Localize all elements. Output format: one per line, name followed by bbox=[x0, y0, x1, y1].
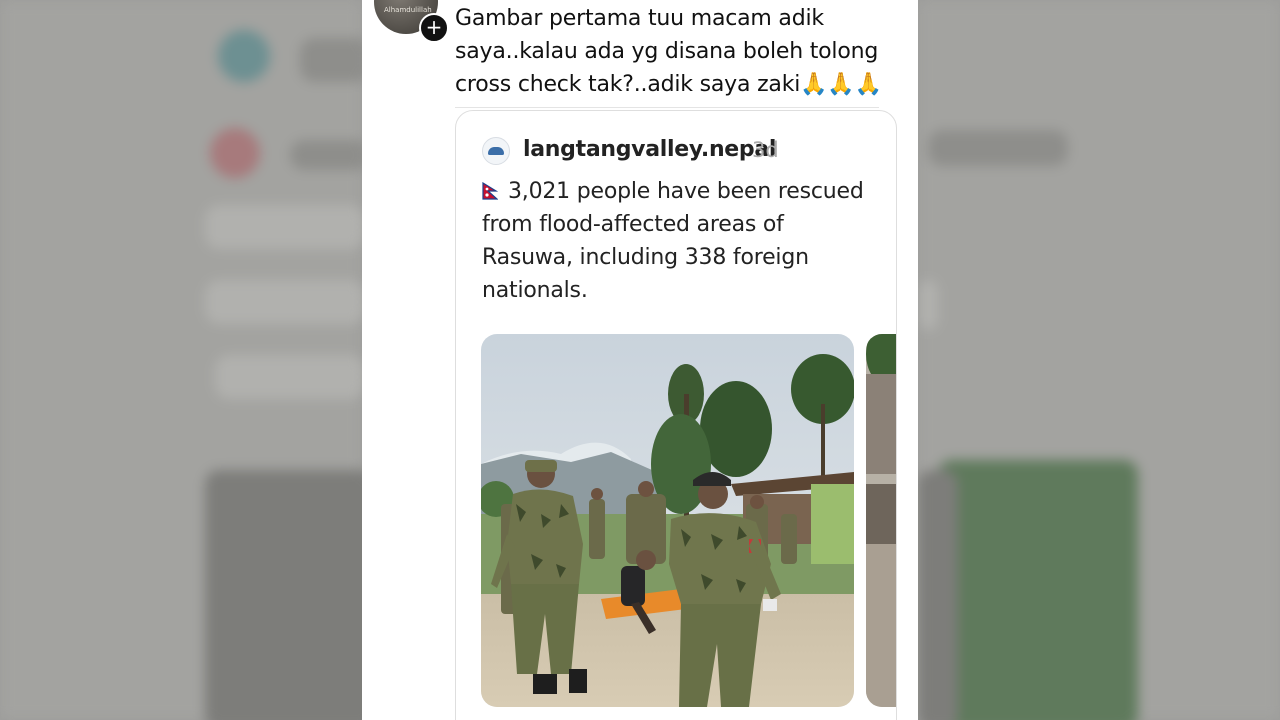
avatar-caption: Alhamdulillah bbox=[384, 6, 432, 14]
second-photo[interactable] bbox=[866, 334, 896, 707]
pray-emoji: 🙏🙏🙏 bbox=[800, 72, 882, 97]
post-screenshot: Alhamdulillah + Gambar pertama tuu macam… bbox=[362, 0, 918, 720]
blurred-background-right bbox=[918, 0, 1280, 720]
quoted-author-avatar[interactable] bbox=[482, 137, 510, 165]
video-frame: Alhamdulillah + Gambar pertama tuu macam… bbox=[0, 0, 1280, 720]
quoted-text-line: Rasuwa, including 338 foreign bbox=[482, 245, 809, 270]
post-text-line: saya..kalau ada yg disana boleh tolong bbox=[455, 39, 879, 64]
quoted-text-line: 3,021 people have been rescued bbox=[482, 175, 882, 208]
nepal-flag-icon bbox=[482, 182, 498, 200]
quoted-text-line: from flood-affected areas of bbox=[482, 212, 784, 237]
divider bbox=[455, 107, 879, 108]
rescue-photo[interactable] bbox=[481, 334, 854, 707]
blurred-background-left bbox=[0, 0, 375, 720]
post-text: Gambar pertama tuu macam adik saya..kala… bbox=[455, 2, 905, 101]
post-text-line: cross check tak?..adik saya zaki🙏🙏🙏 bbox=[455, 72, 882, 97]
quoted-username[interactable]: langtangvalley.nepal bbox=[523, 137, 776, 162]
quoted-post-text: 3,021 people have been rescued from floo… bbox=[482, 175, 882, 307]
quoted-timestamp: 3d bbox=[752, 138, 779, 162]
post-text-line: Gambar pertama tuu macam adik bbox=[455, 6, 824, 31]
follow-button[interactable]: + bbox=[419, 13, 449, 43]
quoted-text-line: nationals. bbox=[482, 278, 588, 303]
quoted-post-card[interactable]: langtangvalley.nepal 3d 3,021 people hav… bbox=[455, 110, 897, 720]
